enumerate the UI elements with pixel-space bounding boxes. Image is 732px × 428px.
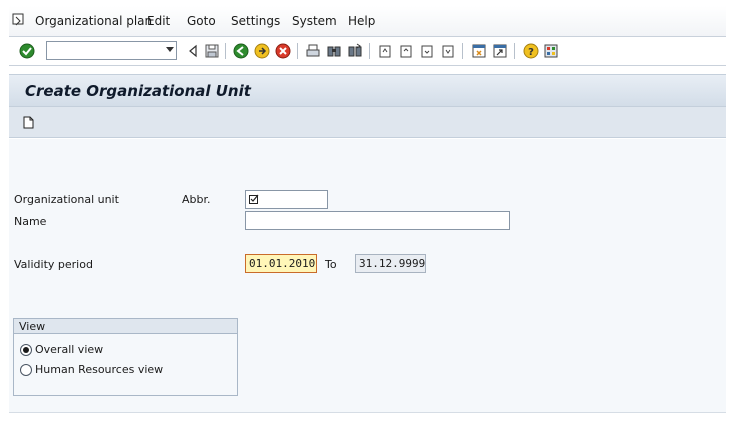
new-document-icon[interactable] bbox=[23, 116, 34, 129]
menu-bar: Organizational plan Edit Goto Settings S… bbox=[9, 6, 726, 37]
customize-layout-icon[interactable] bbox=[543, 43, 559, 59]
chevron-down-icon[interactable] bbox=[166, 47, 174, 52]
content-area: Organizational unit Abbr. Name Validity … bbox=[9, 139, 726, 413]
name-label: Name bbox=[14, 215, 47, 228]
menu-system[interactable]: System bbox=[292, 14, 337, 28]
menu-edit[interactable]: Edit bbox=[147, 14, 170, 28]
validity-period-label: Validity period bbox=[14, 258, 93, 271]
hr-view-label[interactable]: Human Resources view bbox=[35, 363, 163, 376]
menu-help[interactable]: Help bbox=[348, 14, 375, 28]
command-field[interactable] bbox=[46, 41, 177, 60]
name-field[interactable] bbox=[245, 211, 510, 230]
overall-view-label[interactable]: Overall view bbox=[35, 343, 103, 356]
application-toolbar bbox=[9, 106, 726, 138]
view-group-title: View bbox=[19, 320, 46, 333]
toolbar-separator bbox=[297, 43, 298, 59]
toolbar-separator bbox=[514, 43, 515, 59]
collapse-arrow-icon[interactable] bbox=[185, 43, 201, 59]
validity-to-value: 31.12.9999 bbox=[359, 257, 426, 270]
page-title: Create Organizational Unit bbox=[25, 82, 251, 100]
toolbar-separator bbox=[369, 43, 370, 59]
validity-to-field[interactable]: 31.12.9999 bbox=[355, 254, 426, 273]
overall-view-radio[interactable] bbox=[20, 344, 32, 356]
cancel-icon[interactable] bbox=[275, 43, 291, 59]
org-unit-label: Organizational unit bbox=[14, 193, 119, 206]
abbr-label: Abbr. bbox=[182, 193, 211, 206]
validity-from-value: 01.01.2010 bbox=[249, 257, 316, 270]
save-icon[interactable] bbox=[204, 43, 220, 59]
enter-check-icon[interactable] bbox=[19, 43, 35, 59]
first-page-icon[interactable] bbox=[377, 43, 393, 59]
standard-toolbar: ? bbox=[9, 37, 726, 66]
toolbar-separator bbox=[462, 43, 463, 59]
radio-selected-dot bbox=[23, 347, 29, 353]
svg-text:?: ? bbox=[528, 47, 534, 58]
shortcut-icon[interactable] bbox=[492, 43, 508, 59]
validity-from-field[interactable]: 01.01.2010 bbox=[245, 254, 317, 273]
find-next-icon[interactable] bbox=[347, 43, 363, 59]
toolbar-separator bbox=[225, 43, 226, 59]
required-entry-icon bbox=[249, 194, 259, 204]
previous-page-icon[interactable] bbox=[398, 43, 414, 59]
title-bar: Create Organizational Unit bbox=[9, 74, 726, 106]
system-menu-icon[interactable] bbox=[12, 13, 28, 27]
menu-goto[interactable]: Goto bbox=[187, 14, 216, 28]
back-icon[interactable] bbox=[233, 43, 249, 59]
help-icon[interactable]: ? bbox=[523, 43, 539, 59]
hr-view-radio[interactable] bbox=[20, 364, 32, 376]
last-page-icon[interactable] bbox=[440, 43, 456, 59]
menu-settings[interactable]: Settings bbox=[231, 14, 280, 28]
menu-organizational-plan[interactable]: Organizational plan bbox=[35, 14, 152, 28]
find-icon[interactable] bbox=[326, 43, 342, 59]
print-icon[interactable] bbox=[305, 43, 321, 59]
to-label: To bbox=[325, 258, 337, 271]
view-group: View Overall view Human Resources view bbox=[13, 318, 238, 396]
next-page-icon[interactable] bbox=[419, 43, 435, 59]
exit-icon[interactable] bbox=[254, 43, 270, 59]
abbr-field[interactable] bbox=[245, 190, 328, 209]
view-group-header: View bbox=[14, 319, 237, 334]
create-session-icon[interactable] bbox=[471, 43, 487, 59]
